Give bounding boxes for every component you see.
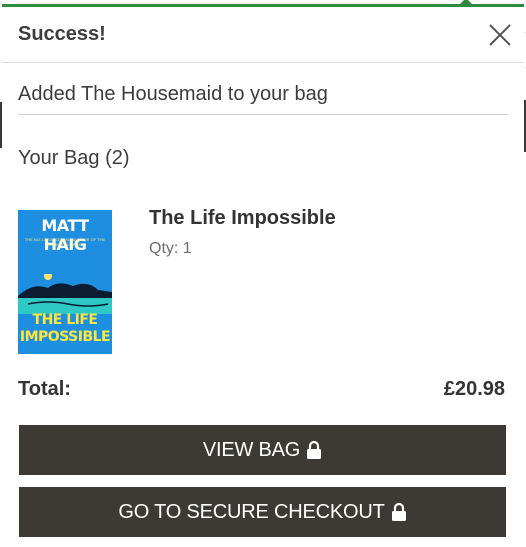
lock-icon [306,440,322,460]
close-button[interactable] [486,21,514,49]
total-value: £20.98 [443,378,505,400]
bag-item: MATT HAIG THE NO.1 BESTSELLING AUTHOR OF… [18,207,508,354]
added-message: Added The Housemaid to your bag [18,63,508,115]
lock-icon [391,502,407,522]
modal-title: Success! [18,23,106,45]
total-label: Total: [18,378,71,400]
cover-author: MATT HAIG [41,216,89,254]
secure-checkout-button[interactable]: GO TO SECURE CHECKOUT [19,487,506,537]
item-info: The Life Impossible Qty: 1 [149,207,336,354]
modal-header: Success! [2,7,524,63]
total-row: Total: £20.98 [18,378,505,401]
add-to-bag-modal: Success! Added The Housemaid to your bag… [2,0,524,547]
cover-title: THE LIFE IMPOSSIBLE [19,312,111,345]
cover-tagline: THE NO.1 BESTSELLING AUTHOR OF THE MIDNI… [24,237,106,247]
view-bag-button[interactable]: VIEW BAG [19,425,506,475]
view-bag-label: VIEW BAG [202,438,301,461]
modal-pointer [460,0,472,4]
item-title[interactable]: The Life Impossible [149,207,336,230]
book-cover-image[interactable]: MATT HAIG THE NO.1 BESTSELLING AUTHOR OF… [18,210,112,354]
close-icon [489,23,511,46]
checkout-label: GO TO SECURE CHECKOUT [118,500,385,523]
cover-island-art [18,274,112,314]
item-quantity: Qty: 1 [149,240,192,257]
bag-count: Your Bag (2) [18,147,130,169]
